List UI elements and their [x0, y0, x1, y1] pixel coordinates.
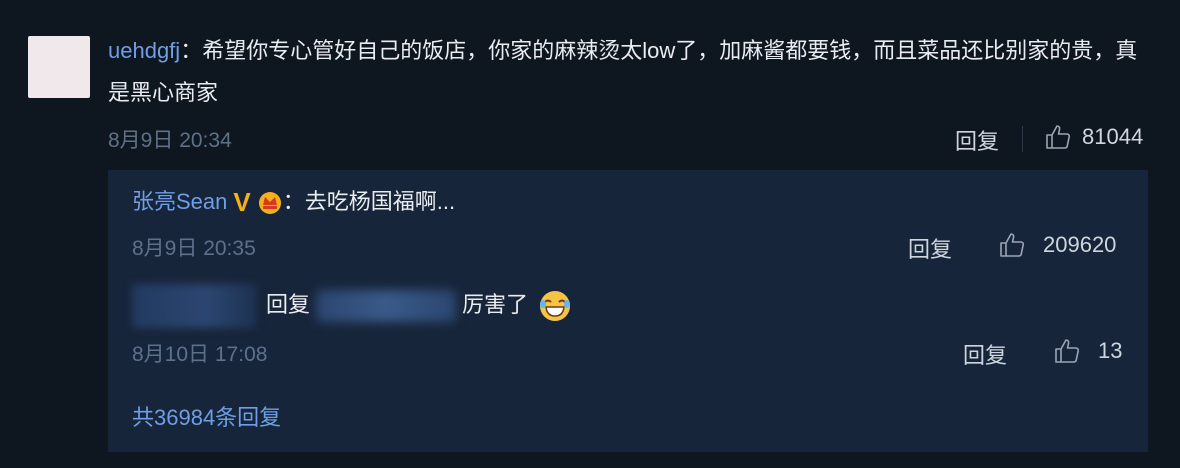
laugh-cry-emoji-icon: [540, 291, 571, 322]
verified-v-icon: V: [233, 187, 251, 217]
reply-body: 张亮Sean V ： 去吃杨国福啊...: [132, 185, 455, 219]
blurred-mention: [316, 290, 457, 323]
reply-thread: 张亮Sean V ： 去吃杨国福啊... 8月9日 20:35 回复 20962…: [108, 170, 1148, 452]
reply-time: 8月9日 20:35: [132, 237, 256, 260]
sub-reply-text: 厉害了: [462, 292, 529, 317]
blurred-username: [132, 284, 256, 328]
thumbs-up-icon[interactable]: [1053, 337, 1081, 365]
reply-like-count: 209620: [1043, 232, 1117, 257]
comment-body: uehdgfj：希望你专心管好自己的饭店，你家的麻辣烫太low了，加麻酱都要钱，…: [108, 30, 1148, 114]
comment-separator: ：: [180, 38, 203, 63]
comment-like-count: 81044: [1082, 124, 1144, 149]
thumbs-up-icon[interactable]: [998, 231, 1026, 259]
reply-reply-button[interactable]: 回复: [908, 232, 952, 264]
comment-text: 希望你专心管好自己的饭店，你家的麻辣烫太low了，加麻酱都要钱，而且菜品还比别家…: [108, 38, 1138, 105]
reply-username[interactable]: 张亮Sean: [132, 185, 227, 219]
comment-reply-button[interactable]: 回复: [955, 124, 999, 156]
sub-reply-reply-button[interactable]: 回复: [963, 338, 1007, 370]
sub-reply-time: 8月10日 17:08: [132, 343, 268, 366]
thumbs-up-icon[interactable]: [1044, 123, 1072, 151]
reply-text: 去吃杨国福啊...: [304, 189, 456, 214]
comment-time: 8月9日 20:34: [108, 129, 232, 152]
comment-username[interactable]: uehdgfj: [108, 38, 180, 63]
crown-icon: [258, 192, 281, 214]
sub-reply-prefix: 回复: [266, 292, 311, 317]
divider: [1022, 126, 1023, 152]
more-replies-link[interactable]: 共36984条回复: [132, 400, 281, 432]
sub-reply-body: 回复 厉害了: [266, 287, 572, 323]
sub-reply-like-count: 13: [1098, 338, 1123, 363]
reply-separator: ：: [282, 189, 305, 214]
avatar[interactable]: [28, 36, 90, 98]
